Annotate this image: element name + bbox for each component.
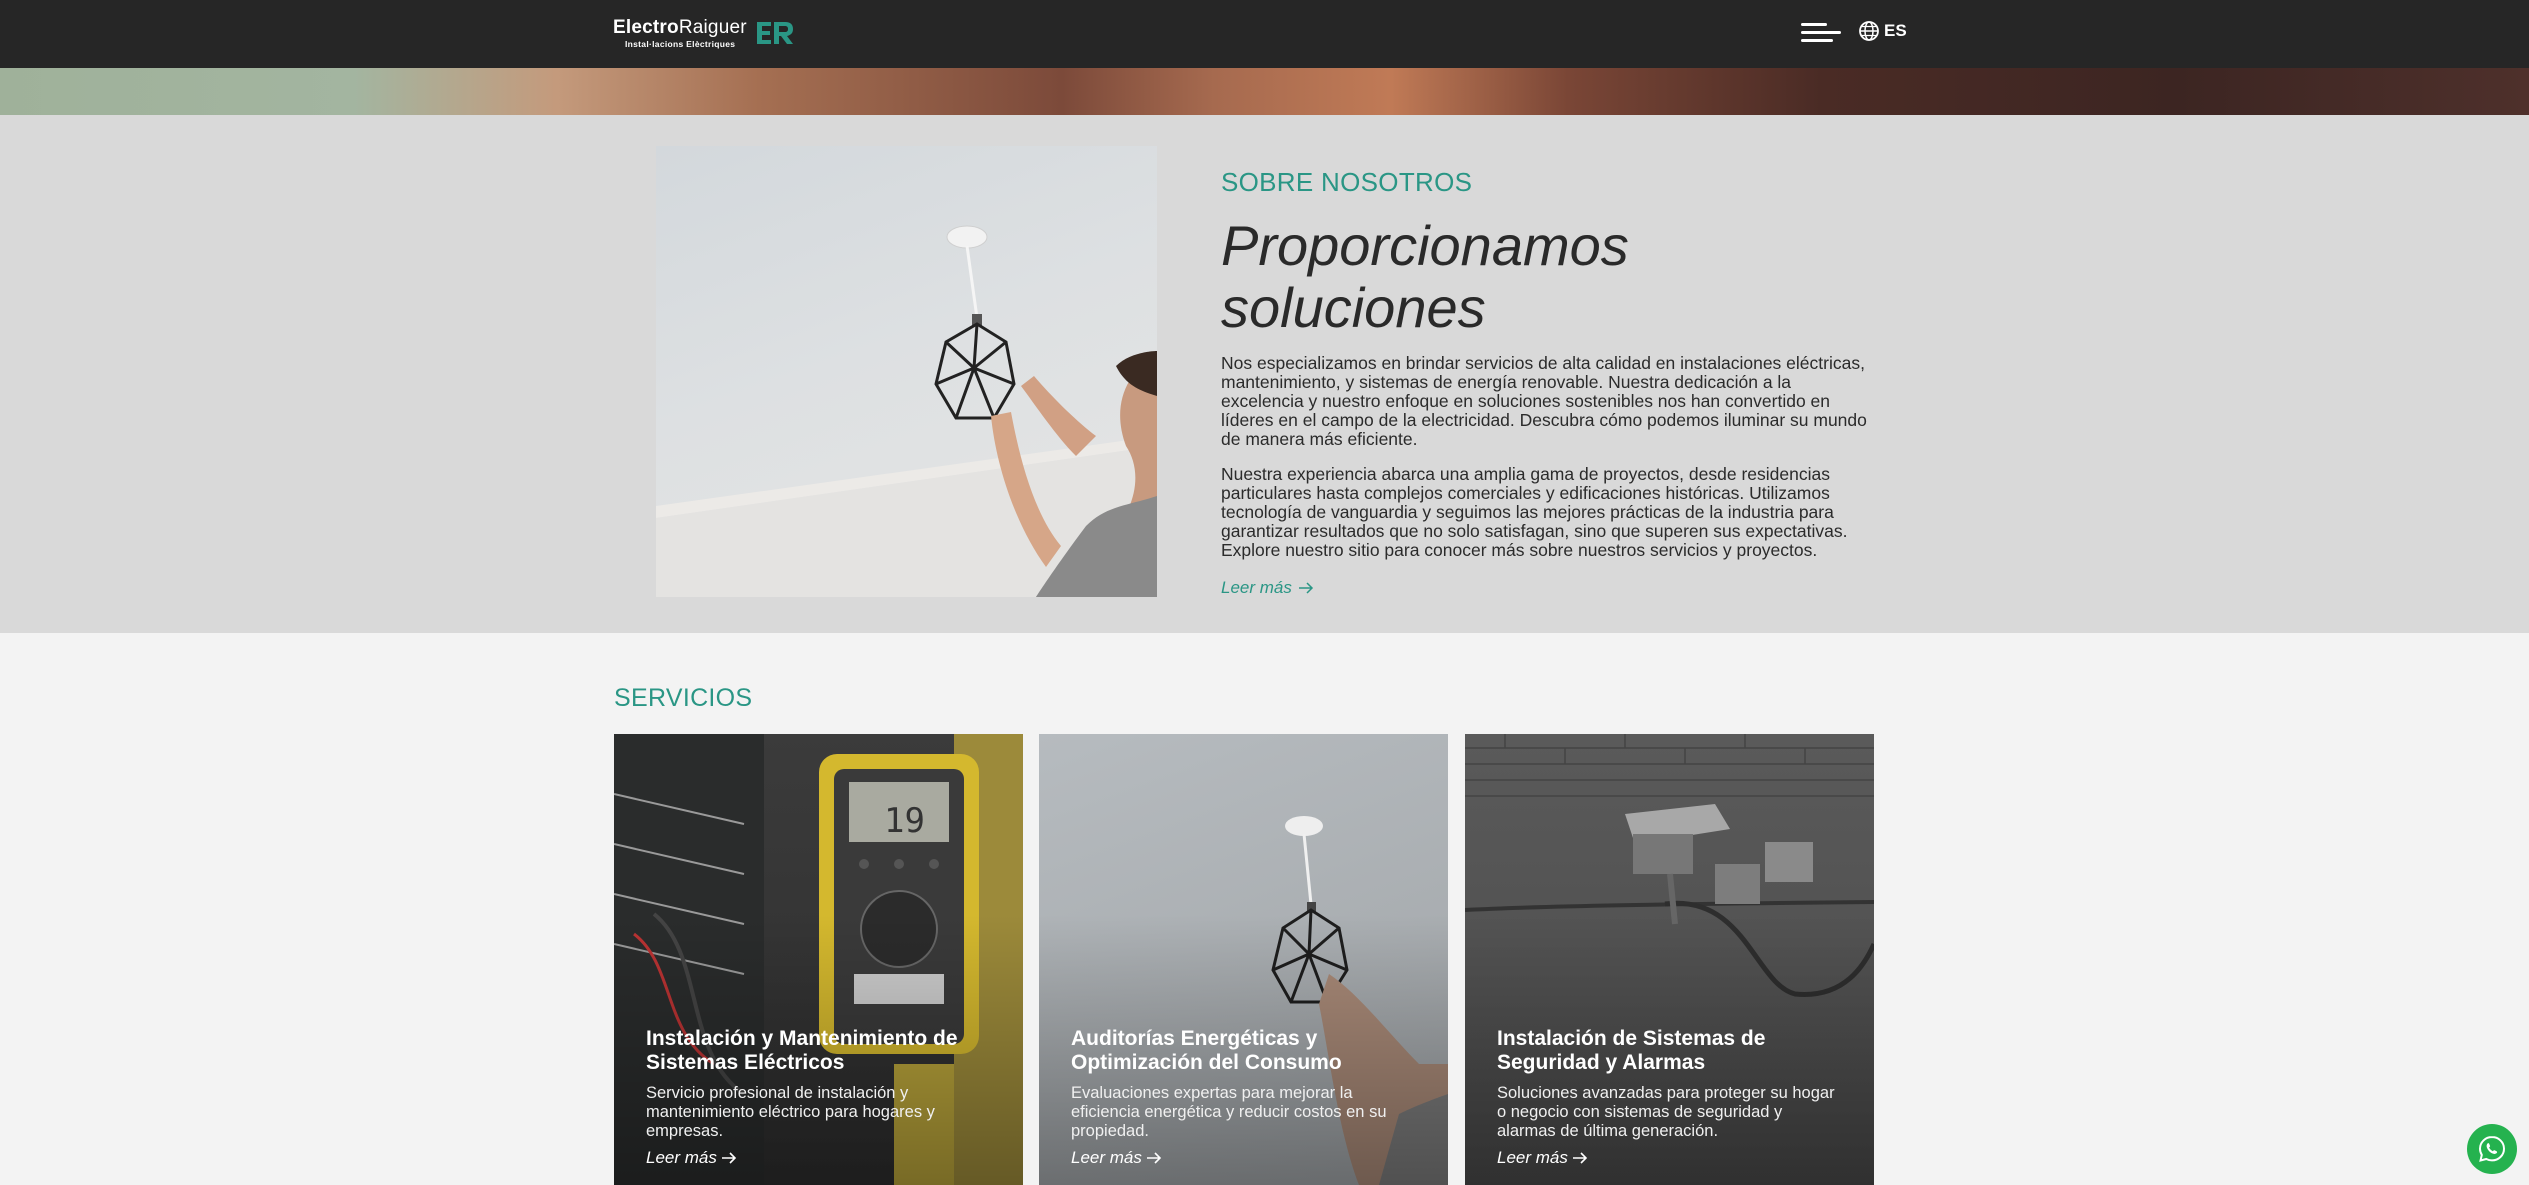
logo-main-text: ElectroRaiguer — [613, 16, 747, 38]
about-photo-electrician-installing-lamp — [656, 146, 1157, 597]
about-read-more-label: Leer más — [1221, 578, 1292, 597]
service-card-description: Evaluaciones expertas para mejorar la ef… — [1071, 1084, 1387, 1140]
arrow-right-icon — [1298, 582, 1313, 594]
logo-wordmark: ElectroRaiguer Instal·lacions Elèctrique… — [613, 18, 747, 49]
hamburger-menu-icon — [1801, 23, 1841, 42]
about-section: SOBRE NOSOTROS Proporcionamos soluciones… — [0, 115, 2529, 633]
about-paragraph-2: Nuestra experiencia abarca una amplia ga… — [1221, 464, 1848, 560]
hero-image-strip — [0, 68, 2529, 115]
electrician-lamp-illustration — [656, 225, 1157, 597]
arrow-right-icon — [1572, 1152, 1588, 1164]
about-read-more-link[interactable]: Leer más — [1221, 578, 1314, 598]
service-card-title: Instalación de Sistemas de Seguridad y A… — [1497, 1027, 1766, 1074]
arrow-right-icon — [1146, 1152, 1162, 1164]
globe-icon — [1859, 21, 1879, 41]
service-card-description: Soluciones avanzadas para proteger su ho… — [1497, 1084, 1835, 1140]
about-heading: Proporcionamos soluciones — [1221, 214, 1629, 339]
whatsapp-button[interactable] — [2467, 1124, 2517, 1174]
top-navigation-bar: ElectroRaiguer Instal·lacions Elèctrique… — [0, 0, 2529, 68]
service-card-read-more-link[interactable]: Leer más — [1497, 1148, 1588, 1168]
read-more-label: Leer más — [1497, 1148, 1568, 1167]
logo-mark-icon — [756, 22, 793, 44]
about-kicker: SOBRE NOSOTROS — [1221, 167, 1473, 197]
service-card-security-systems[interactable]: Instalación de Sistemas de Seguridad y A… — [1465, 734, 1874, 1185]
read-more-label: Leer más — [1071, 1148, 1142, 1167]
service-card-title: Auditorías Energéticas y Optimización de… — [1071, 1027, 1342, 1074]
service-card-read-more-link[interactable]: Leer más — [646, 1148, 737, 1168]
service-card-read-more-link[interactable]: Leer más — [1071, 1148, 1162, 1168]
about-paragraph-1: Nos especializamos en brindar servicios … — [1221, 353, 1867, 449]
service-card-title: Instalación y Mantenimiento de Sistemas … — [646, 1027, 958, 1074]
service-card-electrical-installation[interactable]: 19 Instalación y Mantenimiento de Sistem… — [614, 734, 1023, 1185]
services-heading: SERVICIOS — [614, 684, 753, 712]
language-selector[interactable]: ES — [1858, 20, 1907, 42]
service-card-description: Servicio profesional de instalación y ma… — [646, 1084, 935, 1140]
read-more-label: Leer más — [646, 1148, 717, 1167]
arrow-right-icon — [721, 1152, 737, 1164]
whatsapp-icon — [2478, 1135, 2506, 1162]
service-card-energy-audits[interactable]: Auditorías Energéticas y Optimización de… — [1039, 734, 1448, 1185]
site-logo[interactable]: ElectroRaiguer Instal·lacions Elèctrique… — [613, 17, 795, 49]
hamburger-menu-button[interactable] — [1801, 21, 1843, 45]
logo-subtitle: Instal·lacions Elèctriques — [625, 38, 736, 49]
language-code: ES — [1884, 21, 1907, 40]
